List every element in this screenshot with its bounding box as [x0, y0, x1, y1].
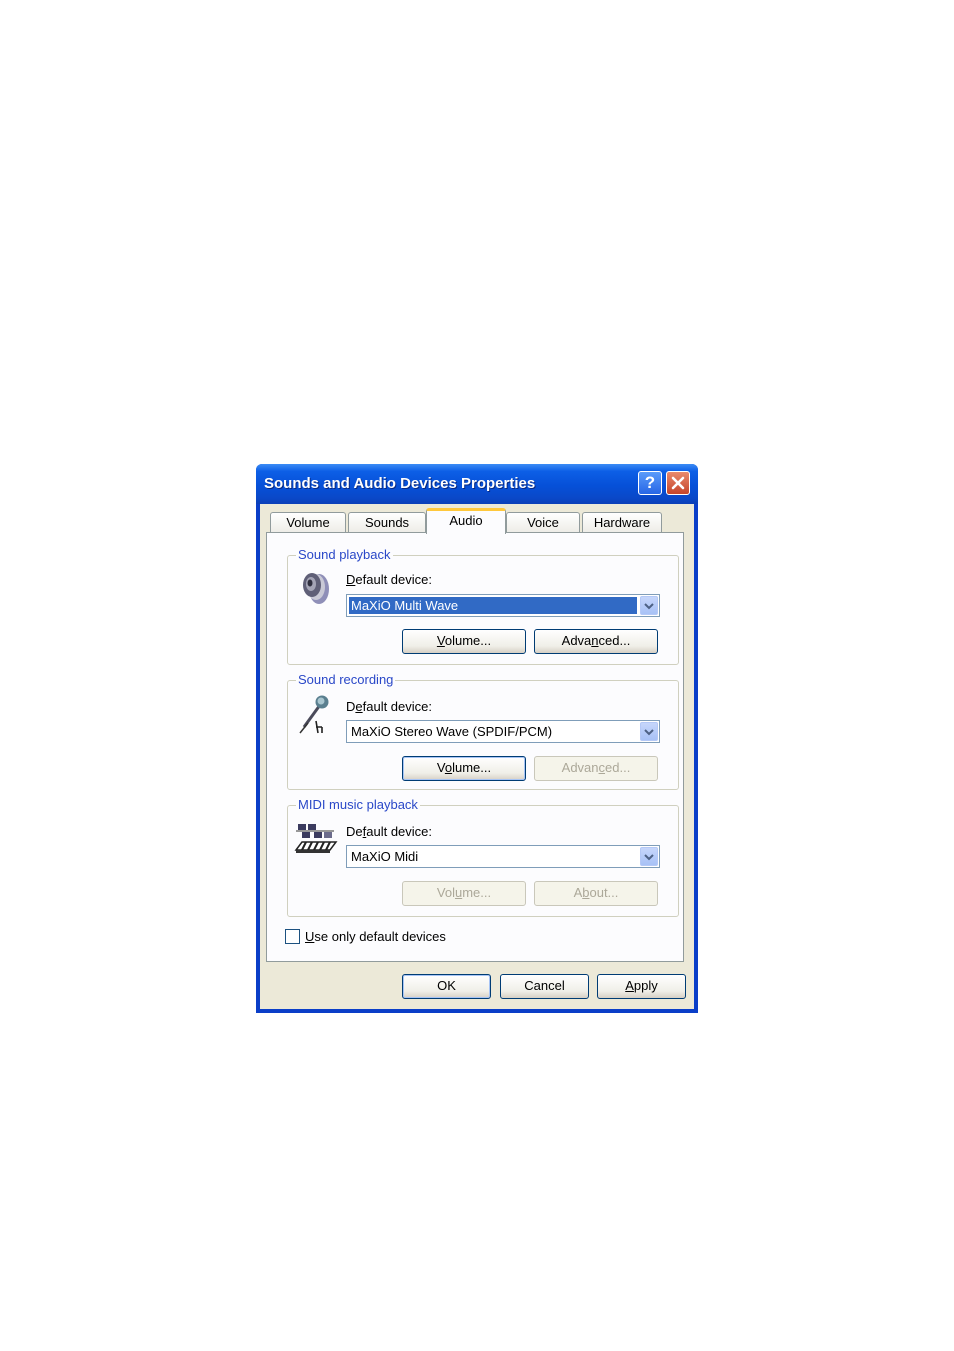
button-label: pply: [633, 978, 658, 993]
button-label: olume...: [444, 633, 492, 648]
button-label: ced...: [598, 633, 631, 648]
playback-advanced-button[interactable]: Advanced...: [534, 629, 658, 654]
dropdown-button[interactable]: [640, 722, 658, 741]
tab-label: Sounds: [364, 515, 410, 530]
button-label: me...: [462, 885, 492, 900]
mnemonic: D: [346, 572, 356, 587]
tab-label: Hardware: [593, 515, 651, 530]
dropdown-value: MaXiO Midi: [351, 849, 419, 864]
button-label: Cancel: [524, 978, 565, 993]
close-icon: [671, 476, 685, 490]
button-label: ed...: [605, 760, 631, 775]
cancel-button[interactable]: Cancel: [500, 974, 589, 999]
sound-playback-group: Sound playback Default device: MaXiO Mul…: [287, 547, 679, 665]
midi-about-button: About...: [534, 881, 658, 906]
label-text: se only default devices: [314, 929, 446, 944]
dropdown-value: MaXiO Stereo Wave (SPDIF/PCM): [351, 724, 553, 739]
use-default-devices-label[interactable]: Use only default devices: [305, 929, 446, 944]
label-text: efault device:: [355, 572, 432, 587]
dialog-client-area: Volume Sounds Audio Voice Hardware Sound…: [260, 504, 694, 1009]
recording-device-dropdown[interactable]: MaXiO Stereo Wave (SPDIF/PCM): [346, 720, 660, 743]
ok-button[interactable]: OK: [402, 974, 491, 999]
dropdown-button[interactable]: [640, 596, 658, 615]
group-label: Sound recording: [296, 672, 396, 687]
dropdown-value: MaXiO Multi Wave: [349, 597, 637, 614]
mnemonic: o: [444, 760, 453, 775]
button-label: A: [573, 885, 583, 900]
chevron-down-icon: [644, 853, 654, 860]
default-device-label: Default device:: [346, 699, 432, 714]
label-text: fault device:: [362, 699, 432, 714]
close-button[interactable]: [666, 471, 690, 495]
dropdown-button[interactable]: [640, 847, 658, 866]
recording-advanced-button: Advanced...: [534, 756, 658, 781]
apply-button[interactable]: Apply: [597, 974, 686, 999]
use-default-devices-checkbox[interactable]: [285, 929, 300, 944]
window-title: Sounds and Audio Devices Properties: [264, 475, 536, 492]
button-label: lume...: [452, 760, 492, 775]
tab-audio[interactable]: Audio: [426, 508, 506, 534]
button-label: V: [436, 760, 445, 775]
recording-volume-button[interactable]: Volume...: [402, 756, 526, 781]
title-bar[interactable]: Sounds and Audio Devices Properties ?: [256, 464, 698, 504]
group-label: Sound playback: [296, 547, 393, 562]
button-label: out...: [589, 885, 619, 900]
tab-voice[interactable]: Voice: [506, 512, 580, 534]
tab-sounds[interactable]: Sounds: [348, 512, 426, 534]
midi-device-dropdown[interactable]: MaXiO Midi: [346, 845, 660, 868]
sound-recording-group: Sound recording Default device: MaXiO St…: [287, 672, 679, 790]
label-text: De: [346, 824, 363, 839]
group-label: MIDI music playback: [296, 797, 420, 812]
chevron-down-icon: [644, 602, 654, 609]
default-device-label: Default device:: [346, 824, 432, 839]
button-label: Adva: [561, 633, 592, 648]
tab-label: Voice: [527, 515, 559, 530]
speaker-icon: [303, 573, 329, 604]
playback-device-dropdown[interactable]: MaXiO Multi Wave: [346, 594, 660, 617]
button-label: Advan: [561, 760, 599, 775]
label-text: ault device:: [366, 824, 433, 839]
audio-tab-panel: Sound playback Default device: MaXiO Mul…: [266, 532, 684, 962]
midi-playback-group: MIDI music playback Default device: MaXi…: [287, 797, 679, 917]
default-device-label: Default device:: [346, 572, 432, 587]
mnemonic: e: [355, 699, 363, 714]
button-label: OK: [437, 978, 456, 993]
tab-hardware[interactable]: Hardware: [582, 512, 662, 534]
microphone-icon: [299, 695, 329, 734]
properties-window: Sounds and Audio Devices Properties ? Vo…: [256, 464, 698, 1013]
help-icon: ?: [644, 473, 656, 492]
midi-volume-button: Volume...: [402, 881, 526, 906]
mnemonic: A: [625, 978, 634, 993]
mnemonic: n: [591, 633, 599, 648]
tab-label: Audio: [449, 513, 483, 528]
mnemonic: U: [305, 929, 315, 944]
chevron-down-icon: [644, 728, 654, 735]
help-button[interactable]: ?: [638, 471, 662, 495]
mnemonic: V: [436, 633, 445, 648]
tab-volume[interactable]: Volume: [270, 512, 346, 534]
midi-keyboard-icon: [294, 824, 338, 853]
button-label: Vol: [436, 885, 455, 900]
tab-label: Volume: [286, 515, 330, 530]
label-text: D: [346, 699, 356, 714]
playback-volume-button[interactable]: Volume...: [402, 629, 526, 654]
